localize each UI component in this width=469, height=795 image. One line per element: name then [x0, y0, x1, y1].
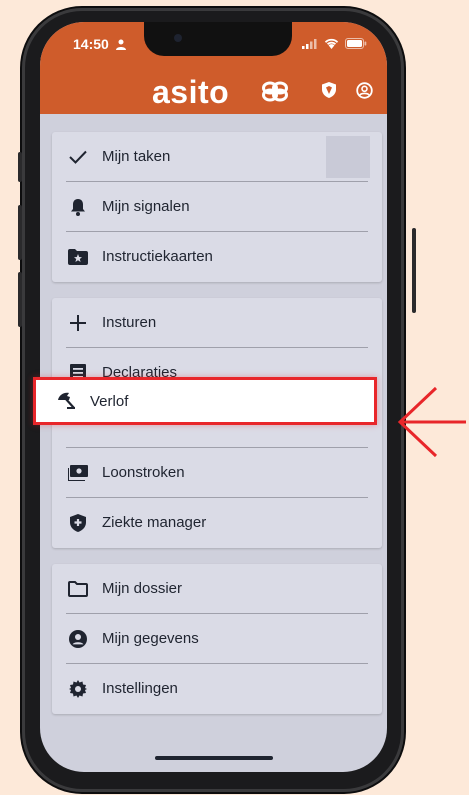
menu-item-label: Mijn dossier — [102, 580, 183, 597]
check-icon — [68, 147, 88, 167]
account-icon[interactable] — [356, 82, 373, 104]
menu-item-instructiekaarten[interactable]: Instructiekaarten — [52, 232, 382, 282]
menu-item-label: Verlof — [90, 393, 129, 410]
status-time: 14:50 — [73, 36, 109, 52]
payment-icon — [68, 463, 88, 483]
menu-item-label: Insturen — [102, 314, 157, 331]
beach-umbrella-icon — [56, 392, 76, 415]
person-icon — [116, 38, 126, 56]
menu-item-label: Mijn gegevens — [102, 630, 199, 647]
menu-item-label: Mijn signalen — [102, 198, 190, 215]
menu-group-tasks: Mijn taken Mijn signalen Instructiekaart… — [52, 132, 382, 282]
phone-side-button — [18, 152, 22, 182]
camera-dot — [174, 34, 182, 42]
status-icons — [302, 36, 367, 54]
phone-power-button — [412, 228, 416, 313]
phone-volume-up — [18, 205, 22, 260]
menu-item-loonstroken[interactable]: Loonstroken — [52, 448, 382, 498]
gear-icon — [68, 679, 88, 699]
phone-volume-down — [18, 272, 22, 327]
menu-item-ziekte-manager[interactable]: Ziekte manager — [52, 498, 382, 548]
menu-item-insturen[interactable]: Insturen — [52, 298, 382, 348]
menu-item-mijn-taken[interactable]: Mijn taken — [52, 132, 382, 182]
bell-icon — [68, 197, 88, 217]
annotation-arrow-icon — [396, 384, 466, 465]
menu-item-instellingen[interactable]: Instellingen — [52, 664, 382, 714]
app-header: 14:50 asito — [40, 22, 387, 114]
health-shield-icon — [68, 513, 88, 533]
account-circle-icon — [68, 629, 88, 649]
menu-item-label: Instructiekaarten — [102, 248, 213, 265]
wifi-icon — [324, 36, 339, 54]
menu-item-mijn-signalen[interactable]: Mijn signalen — [52, 182, 382, 232]
battery-icon — [345, 36, 367, 54]
folder-icon — [68, 579, 88, 599]
menu-item-verlof[interactable]: Verlof — [33, 377, 377, 425]
menu-item-label: Instellingen — [102, 680, 178, 697]
selection-square — [326, 136, 370, 178]
menu-item-label: Mijn taken — [102, 148, 171, 165]
menu-item-mijn-gegevens[interactable]: Mijn gegevens — [52, 614, 382, 664]
asito-logo-mark-icon — [260, 80, 290, 107]
asito-logo-text: asito — [152, 74, 230, 110]
security-shield-icon[interactable] — [322, 82, 336, 103]
menu-item-mijn-dossier[interactable]: Mijn dossier — [52, 564, 382, 614]
menu-item-label: Ziekte manager — [102, 514, 207, 531]
phone-notch — [144, 22, 292, 56]
home-indicator — [155, 756, 273, 760]
menu-item-label: Loonstroken — [102, 464, 185, 481]
plus-icon — [68, 313, 88, 333]
menu-group-personal: Mijn dossier Mijn gegevens Instellingen — [52, 564, 382, 714]
folder-star-icon — [68, 247, 88, 267]
signal-icon — [302, 36, 318, 54]
